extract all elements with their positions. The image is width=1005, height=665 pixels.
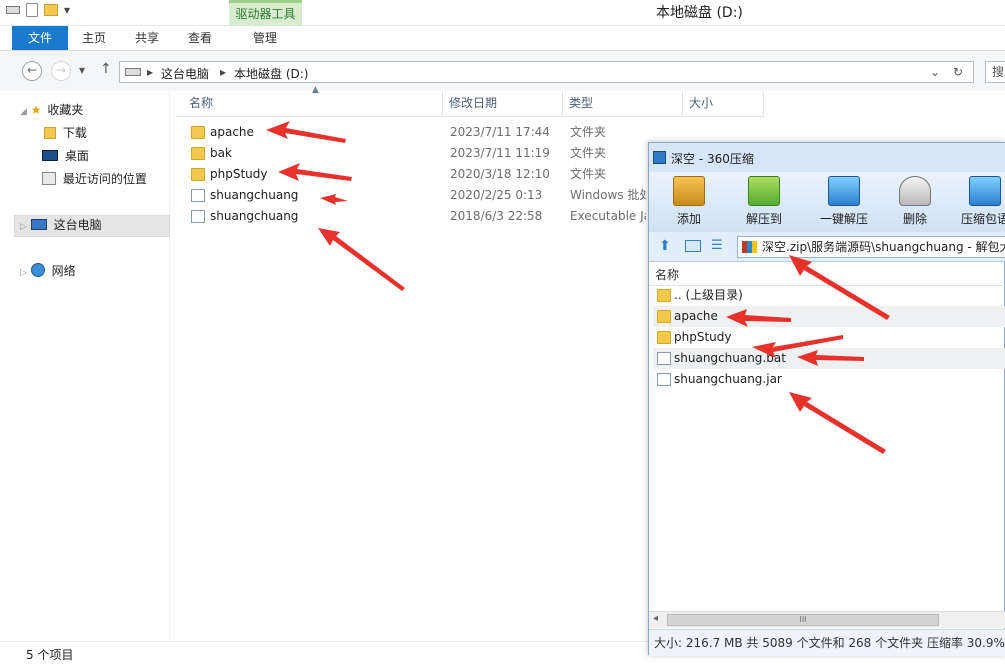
horizontal-scrollbar[interactable]: ◂ III	[649, 611, 1005, 628]
drive-icon	[125, 68, 141, 76]
properties-icon[interactable]	[26, 3, 38, 17]
search-input[interactable]: 搜	[985, 61, 1005, 83]
archive-list-item[interactable]: shuangchuang.jar	[653, 369, 1005, 390]
extract-to-button[interactable]: 解压到	[734, 176, 794, 227]
navigation-bar: ← → ▾ ↑ ▸ 这台电脑 ▸ 本地磁盘 (D:) ⌄ ↻ 搜	[0, 51, 1005, 91]
computer-icon	[30, 219, 47, 230]
archiver-window[interactable]: 深空 - 360压缩 添加 解压到 一键解压 删除 压缩包语 ⬆ ☰ 深空.zi…	[648, 142, 1005, 656]
desktop-icon	[42, 150, 58, 161]
recent-locations-chevron-icon[interactable]: ▾	[79, 63, 85, 77]
archiver-title: 深空 - 360压缩	[671, 152, 754, 166]
tab-share[interactable]: 共享	[127, 26, 167, 50]
archiver-toolbar: 添加 解压到 一键解压 删除 压缩包语	[649, 172, 1005, 232]
archiver-path-bar: ⬆ ☰ 深空.zip\服务端源码\shuangchuang - 解包大	[649, 232, 1005, 262]
expand-arrow-icon[interactable]: ◢	[20, 107, 27, 117]
archiver-column-header-name[interactable]: 名称	[649, 264, 1005, 286]
title-bar: ▾ 驱动器工具 本地磁盘 (D:)	[0, 0, 1005, 26]
back-button[interactable]: ←	[22, 61, 42, 81]
file-row[interactable]: bak 2023/7/11 11:19 文件夹	[176, 143, 646, 164]
nav-recent-places[interactable]: 最近访问的位置	[42, 169, 147, 189]
up-level-icon[interactable]: ⬆	[659, 238, 671, 254]
drive-icon[interactable]	[6, 6, 20, 14]
folder-icon	[657, 289, 671, 302]
tab-file[interactable]: 文件	[12, 26, 68, 50]
breadcrumb-this-pc[interactable]: 这台电脑	[161, 65, 209, 82]
drive-tools-context-tab[interactable]: 驱动器工具	[229, 0, 302, 26]
jar-file-icon	[657, 373, 671, 386]
sort-ascending-icon: ▲	[312, 85, 319, 95]
annotation-arrow	[318, 228, 405, 291]
expand-arrow-icon[interactable]: ▷	[20, 268, 27, 278]
folder-icon	[657, 331, 671, 344]
file-row[interactable]: shuangchuang 2020/2/25 0:13 Windows 批处理	[176, 185, 646, 206]
scrollbar-thumb[interactable]: III	[667, 614, 939, 626]
breadcrumb-separator-icon: ▸	[220, 65, 227, 79]
add-button[interactable]: 添加	[659, 176, 719, 227]
network-icon	[30, 263, 45, 277]
breadcrumb-current[interactable]: 本地磁盘 (D:)	[234, 65, 308, 82]
archive-code-icon	[969, 176, 1001, 206]
jar-file-icon	[191, 210, 205, 223]
nav-network[interactable]: ▷ 网络	[20, 261, 76, 281]
nav-downloads[interactable]: 下载	[44, 123, 87, 143]
expand-arrow-icon[interactable]: ▷	[20, 222, 27, 232]
one-click-extract-icon	[828, 176, 860, 206]
item-count: 5 个项目	[26, 648, 74, 662]
folder-icon	[191, 168, 205, 181]
tab-manage[interactable]: 管理	[244, 26, 286, 50]
folder-icon	[657, 310, 671, 323]
up-button[interactable]: ↑	[100, 61, 112, 77]
tab-view[interactable]: 查看	[180, 26, 220, 50]
column-header-type[interactable]: 类型	[563, 91, 683, 116]
extract-to-icon	[748, 176, 780, 206]
column-header-name[interactable]: 名称	[176, 91, 443, 116]
folder-icon	[191, 147, 205, 160]
breadcrumb-separator-icon: ▸	[147, 65, 154, 79]
tab-home[interactable]: 主页	[74, 26, 114, 50]
nav-this-pc[interactable]: ▷ 这台电脑	[20, 215, 102, 235]
batch-file-icon	[191, 189, 205, 202]
archiver-title-bar[interactable]: 深空 - 360压缩	[649, 143, 1005, 172]
archive-list-item[interactable]: phpStudy	[653, 327, 1005, 348]
downloads-icon	[44, 127, 56, 139]
refresh-icon[interactable]: ↻	[953, 65, 963, 79]
new-folder-icon[interactable]	[44, 4, 58, 16]
address-bar[interactable]: ▸ 这台电脑 ▸ 本地磁盘 (D:) ⌄ ↻	[119, 61, 974, 83]
archiver-status: 大小: 216.7 MB 共 5089 个文件和 268 个文件夹 压缩率 30…	[649, 629, 1005, 656]
archive-path-input[interactable]: 深空.zip\服务端源码\shuangchuang - 解包大	[737, 236, 1005, 258]
archiver-app-icon	[653, 151, 666, 164]
ribbon-tabs: 文件 主页 共享 查看 管理	[0, 26, 1005, 51]
delete-button[interactable]: 删除	[885, 176, 945, 227]
column-headers: 名称 ▲ 修改日期 类型 大小	[176, 85, 764, 117]
window-title: 本地磁盘 (D:)	[656, 5, 743, 21]
view-list-icon[interactable]: ☰	[711, 238, 723, 253]
file-row[interactable]: apache 2023/7/11 17:44 文件夹	[176, 122, 646, 143]
recent-places-icon	[42, 172, 56, 185]
zip-archive-icon	[742, 241, 757, 253]
folder-icon	[191, 126, 205, 139]
quick-access-toolbar: ▾	[6, 3, 70, 17]
archive-list-item[interactable]: shuangchuang.bat	[653, 348, 1005, 369]
nav-favorites[interactable]: ◢ ★ 收藏夹	[20, 100, 83, 120]
view-thumbnail-icon[interactable]	[685, 240, 701, 252]
file-row[interactable]: phpStudy 2020/3/18 12:10 文件夹	[176, 164, 646, 185]
column-header-date[interactable]: 修改日期	[443, 91, 563, 116]
scroll-left-icon[interactable]: ◂	[653, 613, 658, 624]
archive-list-item[interactable]: apache	[653, 306, 1005, 327]
trash-icon	[899, 176, 931, 206]
archive-language-button[interactable]: 压缩包语	[955, 176, 1005, 227]
column-header-size[interactable]: 大小	[683, 91, 764, 116]
one-click-extract-button[interactable]: 一键解压	[809, 176, 879, 227]
batch-file-icon	[657, 352, 671, 365]
star-icon: ★	[30, 103, 42, 117]
nav-desktop[interactable]: 桌面	[42, 146, 89, 166]
file-row[interactable]: shuangchuang 2018/6/3 22:58 Executable J…	[176, 206, 646, 227]
add-icon	[673, 176, 705, 206]
navigation-pane: ◢ ★ 收藏夹 下载 桌面 最近访问的位置 ▷ 这台电脑 ▷ 网络	[0, 91, 170, 641]
archive-list-item[interactable]: .. (上级目录)	[653, 285, 1005, 306]
forward-button[interactable]: →	[51, 61, 71, 81]
customize-chevron-icon[interactable]: ▾	[64, 3, 70, 17]
address-dropdown-icon[interactable]: ⌄	[930, 65, 940, 79]
